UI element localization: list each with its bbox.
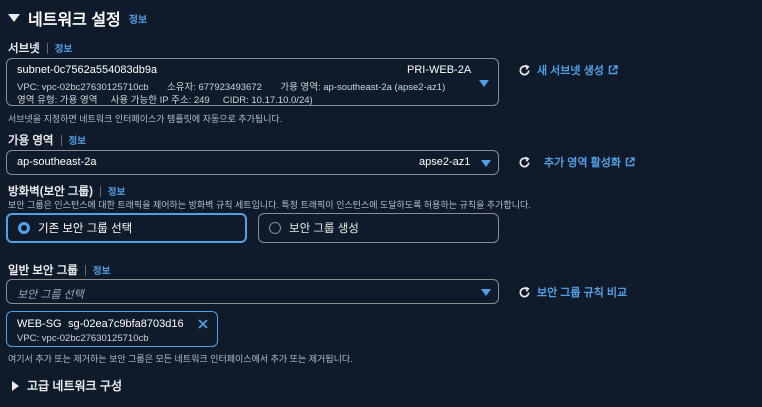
divider [60,134,62,146]
firewall-label-row: 방화벽(보안 그룹) 정보 [8,183,125,199]
section-info-link[interactable]: 정보 [129,11,147,26]
sg-hint: 여기서 추가 또는 제거하는 보안 그룹은 모든 네트워크 인터페이스에서 추가… [8,354,353,364]
caret-right-icon [12,380,19,391]
external-link-icon [625,157,635,167]
radio-selected-icon [18,222,30,234]
az-label: 가용 영역 [8,135,54,147]
az-value: ap-southeast-2a [17,156,97,168]
subnet-details-line: 영역 유형: 가용 영역 사용 가능한 IP 주소: 249 CIDR: 10.… [17,95,313,106]
sg-label-row: 일반 보안 그룹 정보 [8,262,110,278]
firewall-label: 방화벽(보안 그룹) [8,186,93,198]
firewall-description: 보안 그룹은 인스턴스에 대한 트래픽을 제어하는 방화벽 규칙 세트입니다. … [8,200,531,210]
create-subnet-link[interactable]: 새 서브넷 생성 [518,62,618,78]
subnet-label: 서브넷 [8,43,40,55]
dropdown-arrow-icon [481,289,491,296]
subnet-info-link[interactable]: 정보 [55,41,72,55]
refresh-icon [519,64,530,75]
radio-existing-sg[interactable]: 기존 보안 그룹 선택 [6,213,247,243]
refresh-icon [519,286,530,297]
subnet-label-row: 서브넷 정보 [8,40,72,56]
external-link-icon [608,65,618,75]
section-title: 네트워크 설정 [28,12,121,29]
az-label-row: 가용 영역 정보 [8,132,86,148]
enable-zones-label: 추가 영역 활성화 [544,157,621,169]
dropdown-arrow-icon [479,80,489,87]
compare-sg-rules-label: 보안 그룹 규칙 비교 [537,287,628,299]
subnet-name: PRI-WEB-2A [407,64,472,76]
enable-additional-zones-link[interactable]: 추가 영역 활성화 [518,154,635,170]
az-id: apse2-az1 [419,156,471,168]
create-subnet-label: 새 서브넷 생성 [537,65,604,77]
firewall-info-link[interactable]: 정보 [108,184,125,198]
sg-placeholder: 보안 그룹 선택 [17,289,84,301]
sg-token: WEB-SG sg-02ea7c9bfa8703d16 VPC: vpc-02b… [6,311,218,347]
radio-unselected-icon [269,222,281,234]
subnet-hint: 서브넷을 지정하면 네트워크 인터페이스가 템플릿에 자동으로 추가됩니다. [8,114,283,124]
az-info-link[interactable]: 정보 [69,133,86,147]
sg-token-vpc: VPC: vpc-02bc27630125710cb [17,333,149,344]
dropdown-arrow-icon [481,160,491,167]
compare-sg-rules-link[interactable]: 보안 그룹 규칙 비교 [518,284,627,300]
radio-create-sg-label: 보안 그룹 생성 [289,223,359,235]
divider [99,185,101,197]
sg-token-id: sg-02ea7c9bfa8703d16 [68,318,184,330]
sg-label: 일반 보안 그룹 [8,265,78,277]
az-select[interactable]: ap-southeast-2a apse2-az1 [6,150,499,175]
caret-down-icon[interactable] [8,14,20,22]
radio-existing-sg-label: 기존 보안 그룹 선택 [38,223,133,235]
sg-token-name: WEB-SG [17,318,62,330]
subnet-details-line: VPC: vpc-02bc27630125710cb 소유자: 67792349… [17,82,446,93]
radio-create-sg[interactable]: 보안 그룹 생성 [258,213,499,243]
divider [84,264,86,276]
close-icon[interactable] [197,318,209,330]
subnet-select[interactable]: subnet-0c7562a554083db9a PRI-WEB-2A VPC:… [6,58,499,106]
refresh-icon [519,156,530,167]
sg-select[interactable]: 보안 그룹 선택 [6,279,499,304]
section-header[interactable]: 네트워크 설정 정보 [8,6,147,30]
divider [46,42,48,54]
sg-info-link[interactable]: 정보 [93,263,110,277]
advanced-network-toggle[interactable]: 고급 네트워크 구성 [12,377,122,394]
advanced-network-label: 고급 네트워크 구성 [27,379,122,393]
subnet-id: subnet-0c7562a554083db9a [17,64,158,76]
